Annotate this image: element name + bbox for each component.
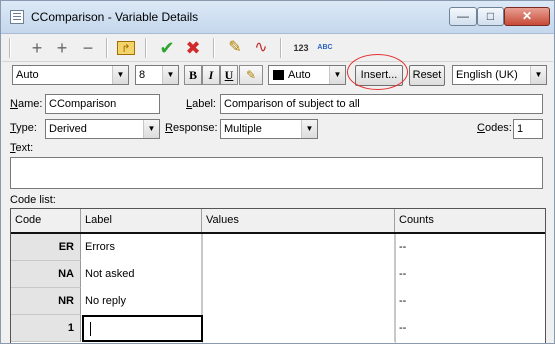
- highlight-button[interactable]: ✎: [239, 65, 263, 85]
- title-bar[interactable]: CComparison - Variable Details — □ ✕: [1, 1, 554, 34]
- label-label: Label:: [186, 98, 216, 110]
- values-cell[interactable]: [202, 234, 395, 261]
- label-edit-value: [84, 315, 88, 342]
- label-value: Comparison of subject to all: [224, 98, 360, 110]
- font-value: Auto: [16, 69, 39, 81]
- variable-details-window: CComparison - Variable Details — □ ✕ + +…: [0, 0, 555, 344]
- toolbar-separator: [213, 38, 215, 58]
- text-color-select[interactable]: Auto ▼: [268, 65, 346, 85]
- numbering-icon[interactable]: 123: [290, 37, 312, 59]
- language-select[interactable]: English (UK) ▼: [452, 65, 547, 85]
- codes-field[interactable]: 1: [513, 119, 543, 139]
- table-row[interactable]: ER Errors --: [11, 234, 545, 261]
- text-caret: [90, 322, 91, 336]
- format-toolbar: Auto ▼ 8 ▼ B I U ✎ Auto ▼ Insert... Rese…: [2, 62, 553, 88]
- toolbar-separator: [9, 38, 11, 58]
- name-field[interactable]: CComparison: [45, 94, 160, 114]
- label-edit-input[interactable]: [82, 315, 203, 342]
- remove-icon[interactable]: −: [77, 37, 99, 59]
- text-color-value: Auto: [288, 69, 311, 81]
- code-list-grid: Code Label Values Counts ER Errors -- NA…: [10, 208, 546, 343]
- type-value: Derived: [49, 123, 87, 135]
- font-size-select[interactable]: 8 ▼: [135, 65, 179, 85]
- add-multiple-icon[interactable]: +: [51, 37, 73, 59]
- type-label: Type:: [10, 122, 37, 134]
- text-field[interactable]: [10, 157, 543, 189]
- values-cell[interactable]: [202, 288, 395, 315]
- toolbar-separator: [280, 38, 282, 58]
- label-cell[interactable]: Errors: [81, 234, 202, 261]
- underline-button[interactable]: U: [220, 65, 238, 85]
- font-select[interactable]: Auto ▼: [12, 65, 129, 85]
- name-label: Name:: [10, 98, 43, 110]
- chevron-down-icon[interactable]: ▼: [530, 66, 546, 84]
- code-list-label: Code list:: [10, 194, 56, 206]
- grid-header: Code Label Values Counts: [11, 209, 545, 234]
- table-row[interactable]: 1 --: [11, 315, 545, 342]
- spellcheck-icon[interactable]: ABC: [314, 37, 336, 59]
- move-up-icon[interactable]: ↱: [117, 41, 135, 55]
- maximize-button[interactable]: □: [477, 7, 504, 26]
- minimize-button[interactable]: —: [449, 7, 477, 26]
- text-label: Text:: [10, 142, 34, 154]
- values-cell[interactable]: [202, 315, 395, 342]
- table-row[interactable]: NA Not asked --: [11, 261, 545, 288]
- counts-cell: --: [399, 241, 407, 253]
- response-value: Multiple: [224, 123, 262, 135]
- column-header-label[interactable]: Label: [81, 209, 202, 232]
- column-header-values[interactable]: Values: [202, 209, 395, 232]
- codes-label: Codes:: [477, 122, 512, 134]
- app-icon: [10, 10, 24, 24]
- chevron-down-icon[interactable]: ▼: [143, 120, 159, 138]
- values-cell[interactable]: [202, 261, 395, 288]
- insert-button[interactable]: Insert...: [355, 65, 403, 86]
- counts-cell: --: [399, 322, 407, 334]
- close-button[interactable]: ✕: [504, 7, 550, 26]
- label-cell[interactable]: Not asked: [81, 261, 202, 288]
- ok-icon[interactable]: ✔: [156, 37, 178, 59]
- type-select[interactable]: Derived ▼: [45, 119, 160, 139]
- main-toolbar: + + − ↱ ✔ ✖ ✎ ∿ 123 ABC: [2, 34, 553, 62]
- add-icon[interactable]: +: [26, 37, 48, 59]
- codes-value: 1: [517, 123, 524, 135]
- reset-button[interactable]: Reset: [409, 65, 445, 86]
- clear-icon[interactable]: ∿: [250, 37, 272, 59]
- label-cell[interactable]: No reply: [81, 288, 202, 315]
- chevron-down-icon[interactable]: ▼: [301, 120, 317, 138]
- highlighter-icon: ✎: [245, 68, 257, 82]
- code-cell[interactable]: NA: [11, 261, 81, 288]
- code-cell[interactable]: ER: [11, 234, 81, 261]
- toolbar-separator: [145, 38, 147, 58]
- code-cell[interactable]: 1: [11, 315, 81, 342]
- label-field[interactable]: Comparison of subject to all: [220, 94, 543, 114]
- toolbar-separator: [106, 38, 108, 58]
- chevron-down-icon[interactable]: ▼: [112, 66, 128, 84]
- cancel-icon[interactable]: ✖: [182, 37, 204, 59]
- edit-icon[interactable]: ✎: [224, 37, 246, 59]
- counts-cell: --: [399, 268, 407, 280]
- table-row[interactable]: NR No reply --: [11, 288, 545, 315]
- chevron-down-icon[interactable]: ▼: [329, 66, 345, 84]
- chevron-down-icon[interactable]: ▼: [162, 66, 178, 84]
- language-value: English (UK): [456, 69, 518, 81]
- color-swatch: [273, 70, 284, 80]
- column-header-counts[interactable]: Counts: [395, 209, 545, 232]
- italic-button[interactable]: I: [202, 65, 220, 85]
- name-value: CComparison: [49, 98, 117, 110]
- font-size-value: 8: [139, 69, 146, 81]
- window-title: CComparison - Variable Details: [31, 10, 199, 24]
- column-header-code[interactable]: Code: [11, 209, 81, 232]
- response-label: Response:: [165, 122, 218, 134]
- counts-cell: --: [399, 295, 407, 307]
- code-cell[interactable]: NR: [11, 288, 81, 315]
- bold-button[interactable]: B: [184, 65, 202, 85]
- response-select[interactable]: Multiple ▼: [220, 119, 318, 139]
